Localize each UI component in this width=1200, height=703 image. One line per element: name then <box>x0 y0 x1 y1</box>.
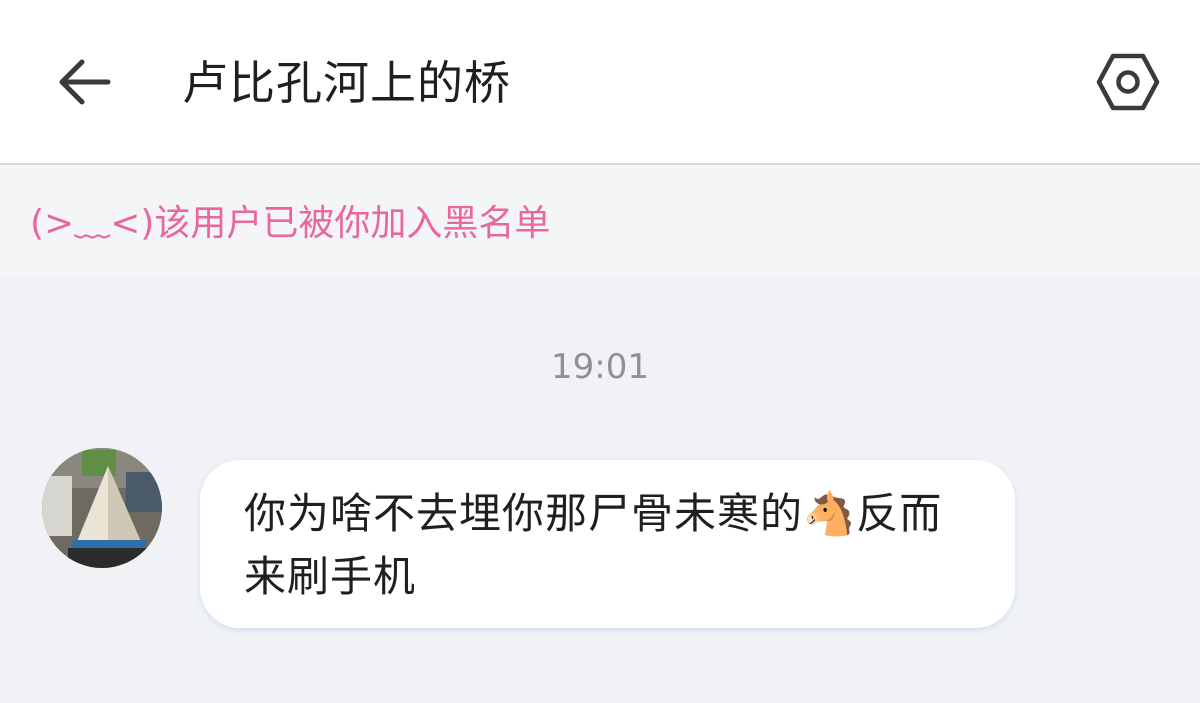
settings-button[interactable] <box>1094 50 1162 114</box>
avatar[interactable] <box>42 448 162 568</box>
page-title: 卢比孔河上的桥 <box>182 56 511 110</box>
message-timestamp: 19:01 <box>551 347 649 387</box>
blacklist-notice-text: (>﹏<)该用户已被你加入黑名单 <box>30 203 551 244</box>
top-app-bar: 卢比孔河上的桥 <box>0 0 1200 165</box>
arrow-left-icon <box>59 59 111 105</box>
hexagon-gear-icon <box>1096 53 1160 111</box>
message-bubble[interactable]: 你为啥不去埋你那尸骨未寒的🐴反而来刷手机 <box>200 460 1015 628</box>
message-text: 你为啥不去埋你那尸骨未寒的🐴反而来刷手机 <box>244 489 943 601</box>
back-button[interactable] <box>52 52 116 112</box>
pyramid-photo-avatar <box>42 448 162 568</box>
